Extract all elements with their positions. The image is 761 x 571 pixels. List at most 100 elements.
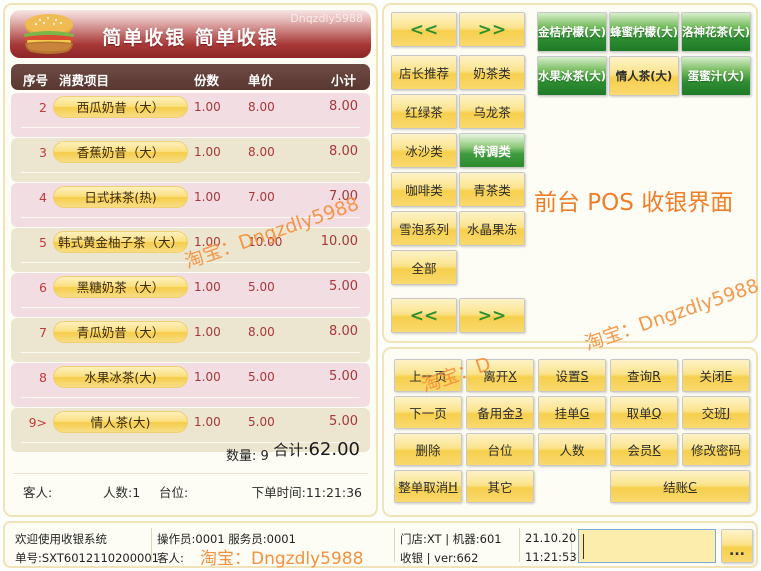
function-key-label: 交班 [701, 406, 727, 421]
function-key-button[interactable]: 删除 [394, 433, 462, 466]
item-name-button[interactable]: 青瓜奶昔（大） [53, 321, 188, 343]
function-key-label: 结账 [663, 480, 689, 495]
function-key-button[interactable]: 挂单 G [538, 396, 606, 429]
function-key-button[interactable]: 会员 K [610, 433, 678, 466]
function-key-button[interactable]: 下一页 [394, 396, 462, 429]
function-key-hotkey: K [652, 442, 661, 457]
row-divider [21, 172, 360, 173]
item-subtotal: 10.00 [320, 234, 358, 249]
category-next-button-bottom[interactable]: >> [459, 298, 525, 333]
function-key-hotkey: Q [651, 405, 662, 420]
order-item-row[interactable]: 4 日式抹茶(热) 1.00 7.00 7.00 [11, 183, 370, 227]
function-key-button[interactable]: 交班 J [682, 396, 750, 429]
item-subtotal: 5.00 [329, 414, 358, 429]
order-item-row[interactable]: 3 香蕉奶昔（大） 1.00 8.00 8.00 [11, 138, 370, 182]
item-name-button[interactable]: 香蕉奶昔（大） [53, 141, 188, 163]
item-subtotal: 8.00 [329, 324, 358, 339]
category-button[interactable]: 店长推荐 [391, 55, 457, 90]
function-key-hotkey: 3 [514, 405, 523, 420]
item-subtotal: 8.00 [329, 144, 358, 159]
category-button[interactable]: 冰沙类 [391, 133, 457, 168]
status-guest: 客人: [157, 551, 184, 565]
function-key-button[interactable]: 其它 [466, 470, 534, 503]
table-number: 台位: [159, 485, 189, 500]
item-unit-price: 5.00 [248, 280, 275, 294]
item-name-button[interactable]: 情人茶(大) [53, 411, 188, 433]
function-key-button[interactable]: 离开 X [466, 359, 534, 392]
function-key-button[interactable]: 台位 [466, 433, 534, 466]
order-item-row[interactable]: 2 西瓜奶昔（大） 1.00 8.00 8.00 [11, 93, 370, 137]
category-button[interactable]: 雪泡系列 [391, 211, 457, 246]
function-key-button[interactable]: 整单取消 H [394, 470, 462, 503]
item-name-button[interactable]: 韩式黄金柚子茶（大） [53, 231, 188, 253]
category-prev-button-top[interactable]: << [391, 12, 457, 47]
function-key-button[interactable]: 修改密码 [682, 433, 750, 466]
category-button[interactable]: 特调类 [459, 133, 525, 168]
barcode-input[interactable] [578, 529, 716, 563]
item-sequence: 8 [39, 370, 47, 385]
header-username: Dnqzdly5988 [290, 12, 363, 25]
function-key-label: 下一页 [409, 406, 447, 421]
item-sequence: 2 [39, 100, 47, 115]
order-item-list[interactable]: 2 西瓜奶昔（大） 1.00 8.00 8.00 3 香蕉奶昔（大） 1.00 8.00 8.00… [11, 93, 370, 452]
item-unit-price: 10.00 [248, 235, 283, 249]
product-button[interactable]: 水果冰茶(大) [537, 56, 607, 96]
category-nav-top: << >> [391, 12, 525, 51]
item-unit-price: 8.00 [248, 100, 275, 114]
category-button[interactable]: 奶茶类 [459, 55, 525, 90]
function-key-label: 删除 [415, 443, 441, 458]
status-bar: 欢迎使用收银系统 单号:SXT6012110200001 操作员:0001 服务… [3, 521, 758, 568]
item-name-button[interactable]: 西瓜奶昔（大） [53, 96, 188, 118]
product-button[interactable]: 蛋蜜汁(大) [681, 56, 751, 96]
category-button[interactable]: 红绿茶 [391, 94, 457, 129]
category-button[interactable]: 青茶类 [459, 172, 525, 207]
more-options-button[interactable]: ... [721, 529, 753, 563]
function-key-button[interactable]: 结账 C [610, 470, 750, 503]
category-button[interactable]: 乌龙茶 [459, 94, 525, 129]
item-name-button[interactable]: 水果冰茶(大) [53, 366, 188, 388]
row-divider [21, 262, 360, 263]
order-item-row[interactable]: 5 韩式黄金柚子茶（大） 1.00 10.00 10.00 [11, 228, 370, 272]
function-key-label: 其它 [487, 480, 513, 495]
item-name-button[interactable]: 日式抹茶(热) [53, 186, 188, 208]
order-item-row[interactable]: 7 青瓜奶昔（大） 1.00 8.00 8.00 [11, 318, 370, 362]
product-button[interactable]: 情人茶(大) [609, 56, 679, 96]
column-header-item: 消费项目 [59, 73, 110, 88]
category-button[interactable]: 咖啡类 [391, 172, 457, 207]
function-key-button[interactable]: 取单 Q [610, 396, 678, 429]
item-quantity: 1.00 [194, 100, 221, 114]
total-amount-label: 合计: [273, 441, 309, 459]
order-item-row[interactable]: 6 黑糖奶茶（大） 1.00 5.00 5.00 [11, 273, 370, 317]
item-quantity: 1.00 [194, 325, 221, 339]
product-button[interactable]: 金桔柠檬(大) [537, 12, 607, 52]
order-item-row[interactable]: 8 水果冰茶(大) 1.00 5.00 5.00 [11, 363, 370, 407]
category-button[interactable]: 水晶果冻 [459, 211, 525, 246]
pos-overlay-label: 前台 POS 收银界面 [534, 190, 734, 216]
function-key-button[interactable]: 关闭 E [682, 359, 750, 392]
function-key-button[interactable]: 备用金 3 [466, 396, 534, 429]
function-key-label: 查询 [627, 369, 653, 384]
category-button[interactable]: 全部 [391, 250, 457, 285]
item-name-button[interactable]: 黑糖奶茶（大） [53, 276, 188, 298]
category-prev-button-bottom[interactable]: << [391, 298, 457, 333]
people-count: 人数:1 [103, 485, 141, 500]
order-totals: 数量: 9 合计:62.00 [11, 437, 370, 467]
product-button[interactable]: 洛神花茶(大) [681, 12, 751, 52]
category-next-button-top[interactable]: >> [459, 12, 525, 47]
page-title: 简单收银 简单收银 [102, 27, 279, 49]
category-nav-bottom: << >> [391, 298, 525, 337]
function-key-hotkey: G [579, 405, 590, 420]
function-key-button[interactable]: 人数 [538, 433, 606, 466]
status-date: 21.10.20 [525, 531, 577, 545]
row-divider [21, 217, 360, 218]
function-key-button[interactable]: 上一页 [394, 359, 462, 392]
function-key-label: 挂单 [554, 406, 580, 421]
function-key-button[interactable]: 查询 R [610, 359, 678, 392]
product-button[interactable]: 蜂蜜柠檬(大) [609, 12, 679, 52]
function-key-button[interactable]: 设置 S [538, 359, 606, 392]
order-panel: 简单收银 简单收银 Dnqzdly5988 序号 消费项目 份数 单价 小计 2… [3, 3, 378, 517]
item-quantity: 1.00 [194, 415, 221, 429]
function-key-label: 备用金 [477, 406, 515, 421]
function-key-hotkey: C [688, 479, 697, 494]
pos-application: 简单收银 简单收银 Dnqzdly5988 序号 消费项目 份数 单价 小计 2… [0, 0, 761, 571]
